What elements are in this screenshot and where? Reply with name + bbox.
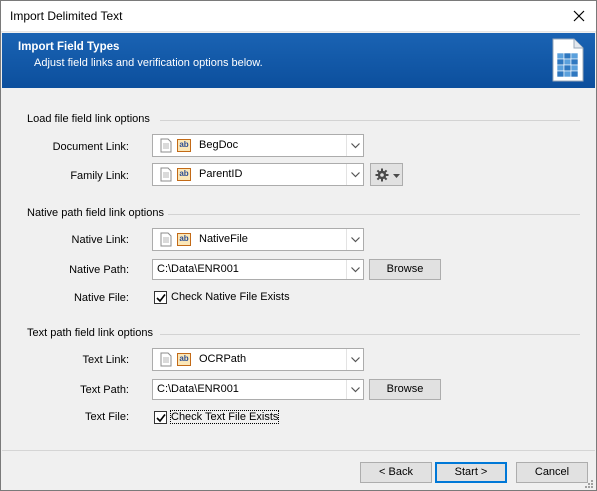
text-path-combo[interactable]: C:\Data\ENR001 xyxy=(152,379,364,400)
field-icon: ab xyxy=(177,168,191,181)
start-button[interactable]: Start > xyxy=(435,462,507,483)
text-path-value: C:\Data\ENR001 xyxy=(157,383,239,395)
native-path-value: C:\Data\ENR001 xyxy=(157,263,239,275)
dialog-footer: < Back Start > Cancel xyxy=(2,452,595,490)
native-section-divider xyxy=(168,214,580,215)
close-icon xyxy=(573,10,585,22)
document-icon xyxy=(160,167,172,182)
text-link-label: Text Link: xyxy=(82,354,129,366)
cancel-button[interactable]: Cancel xyxy=(516,462,588,483)
load-section-title: Load file field link options xyxy=(27,113,150,125)
checkmark-icon xyxy=(156,414,166,423)
document-link-combo[interactable]: ab BegDoc xyxy=(152,134,364,157)
check-text-file-checkbox[interactable]: Check Text File Exists xyxy=(154,410,284,425)
window-title: Import Delimited Text xyxy=(10,9,123,23)
family-link-value: ParentID xyxy=(199,168,243,180)
dropdown-arrow[interactable] xyxy=(346,260,363,279)
document-link-label: Document Link: xyxy=(52,141,129,153)
document-icon xyxy=(160,138,172,153)
native-path-combo[interactable]: C:\Data\ENR001 xyxy=(152,259,364,280)
text-link-value: OCRPath xyxy=(199,353,247,365)
gear-icon xyxy=(375,168,389,182)
family-link-combo[interactable]: ab ParentID xyxy=(152,163,364,186)
check-native-file-label[interactable]: Check Native File Exists xyxy=(171,291,290,303)
native-link-value: NativeFile xyxy=(199,233,248,245)
family-link-label: Family Link: xyxy=(70,170,129,182)
checkbox-box[interactable] xyxy=(154,411,167,424)
load-section-divider xyxy=(160,120,580,121)
checkbox-box[interactable] xyxy=(154,291,167,304)
native-section-title: Native path field link options xyxy=(27,207,164,219)
title-bar: Import Delimited Text xyxy=(1,1,596,32)
text-section-divider xyxy=(160,334,580,335)
text-browse-button[interactable]: Browse xyxy=(369,379,441,400)
banner-subtitle: Adjust field links and verification opti… xyxy=(34,57,263,69)
field-icon: ab xyxy=(177,353,191,366)
text-section-title: Text path field link options xyxy=(27,327,153,339)
check-native-file-checkbox[interactable]: Check Native File Exists xyxy=(154,290,294,305)
chevron-down-icon xyxy=(351,357,360,363)
chevron-down-icon xyxy=(351,237,360,243)
banner-heading: Import Field Types xyxy=(18,41,120,53)
import-delimited-text-dialog: Import Delimited Text Import Field Types… xyxy=(0,0,597,491)
back-button[interactable]: < Back xyxy=(360,462,432,483)
options-panel: Load file field link options Document Li… xyxy=(2,89,595,451)
dropdown-arrow[interactable] xyxy=(346,349,363,370)
header-banner: Import Field Types Adjust field links an… xyxy=(2,33,595,88)
dropdown-arrow[interactable] xyxy=(346,229,363,250)
chevron-down-icon xyxy=(351,267,360,273)
family-options-button[interactable] xyxy=(370,163,403,186)
native-path-label: Native Path: xyxy=(69,264,129,276)
resize-grip-icon[interactable] xyxy=(583,478,593,488)
text-link-combo[interactable]: ab OCRPath xyxy=(152,348,364,371)
document-icon xyxy=(160,352,172,367)
dropdown-arrow[interactable] xyxy=(346,380,363,399)
document-link-value: BegDoc xyxy=(199,139,239,151)
chevron-down-icon xyxy=(351,143,360,149)
native-link-label: Native Link: xyxy=(71,234,129,246)
table-document-icon xyxy=(552,38,584,82)
checkmark-icon xyxy=(156,294,166,303)
dropdown-arrow[interactable] xyxy=(346,164,363,185)
native-link-combo[interactable]: ab NativeFile xyxy=(152,228,364,251)
native-file-label: Native File: xyxy=(73,292,129,304)
text-path-label: Text Path: xyxy=(80,384,129,396)
check-text-file-label[interactable]: Check Text File Exists xyxy=(169,410,280,424)
native-browse-button[interactable]: Browse xyxy=(369,259,441,280)
field-icon: ab xyxy=(177,139,191,152)
close-button[interactable] xyxy=(562,1,596,31)
chevron-down-icon xyxy=(351,172,360,178)
chevron-down-icon xyxy=(351,387,360,393)
caret-down-icon xyxy=(393,174,400,178)
field-icon: ab xyxy=(177,233,191,246)
text-file-label: Text File: xyxy=(84,411,129,423)
dropdown-arrow[interactable] xyxy=(346,135,363,156)
document-icon xyxy=(160,232,172,247)
